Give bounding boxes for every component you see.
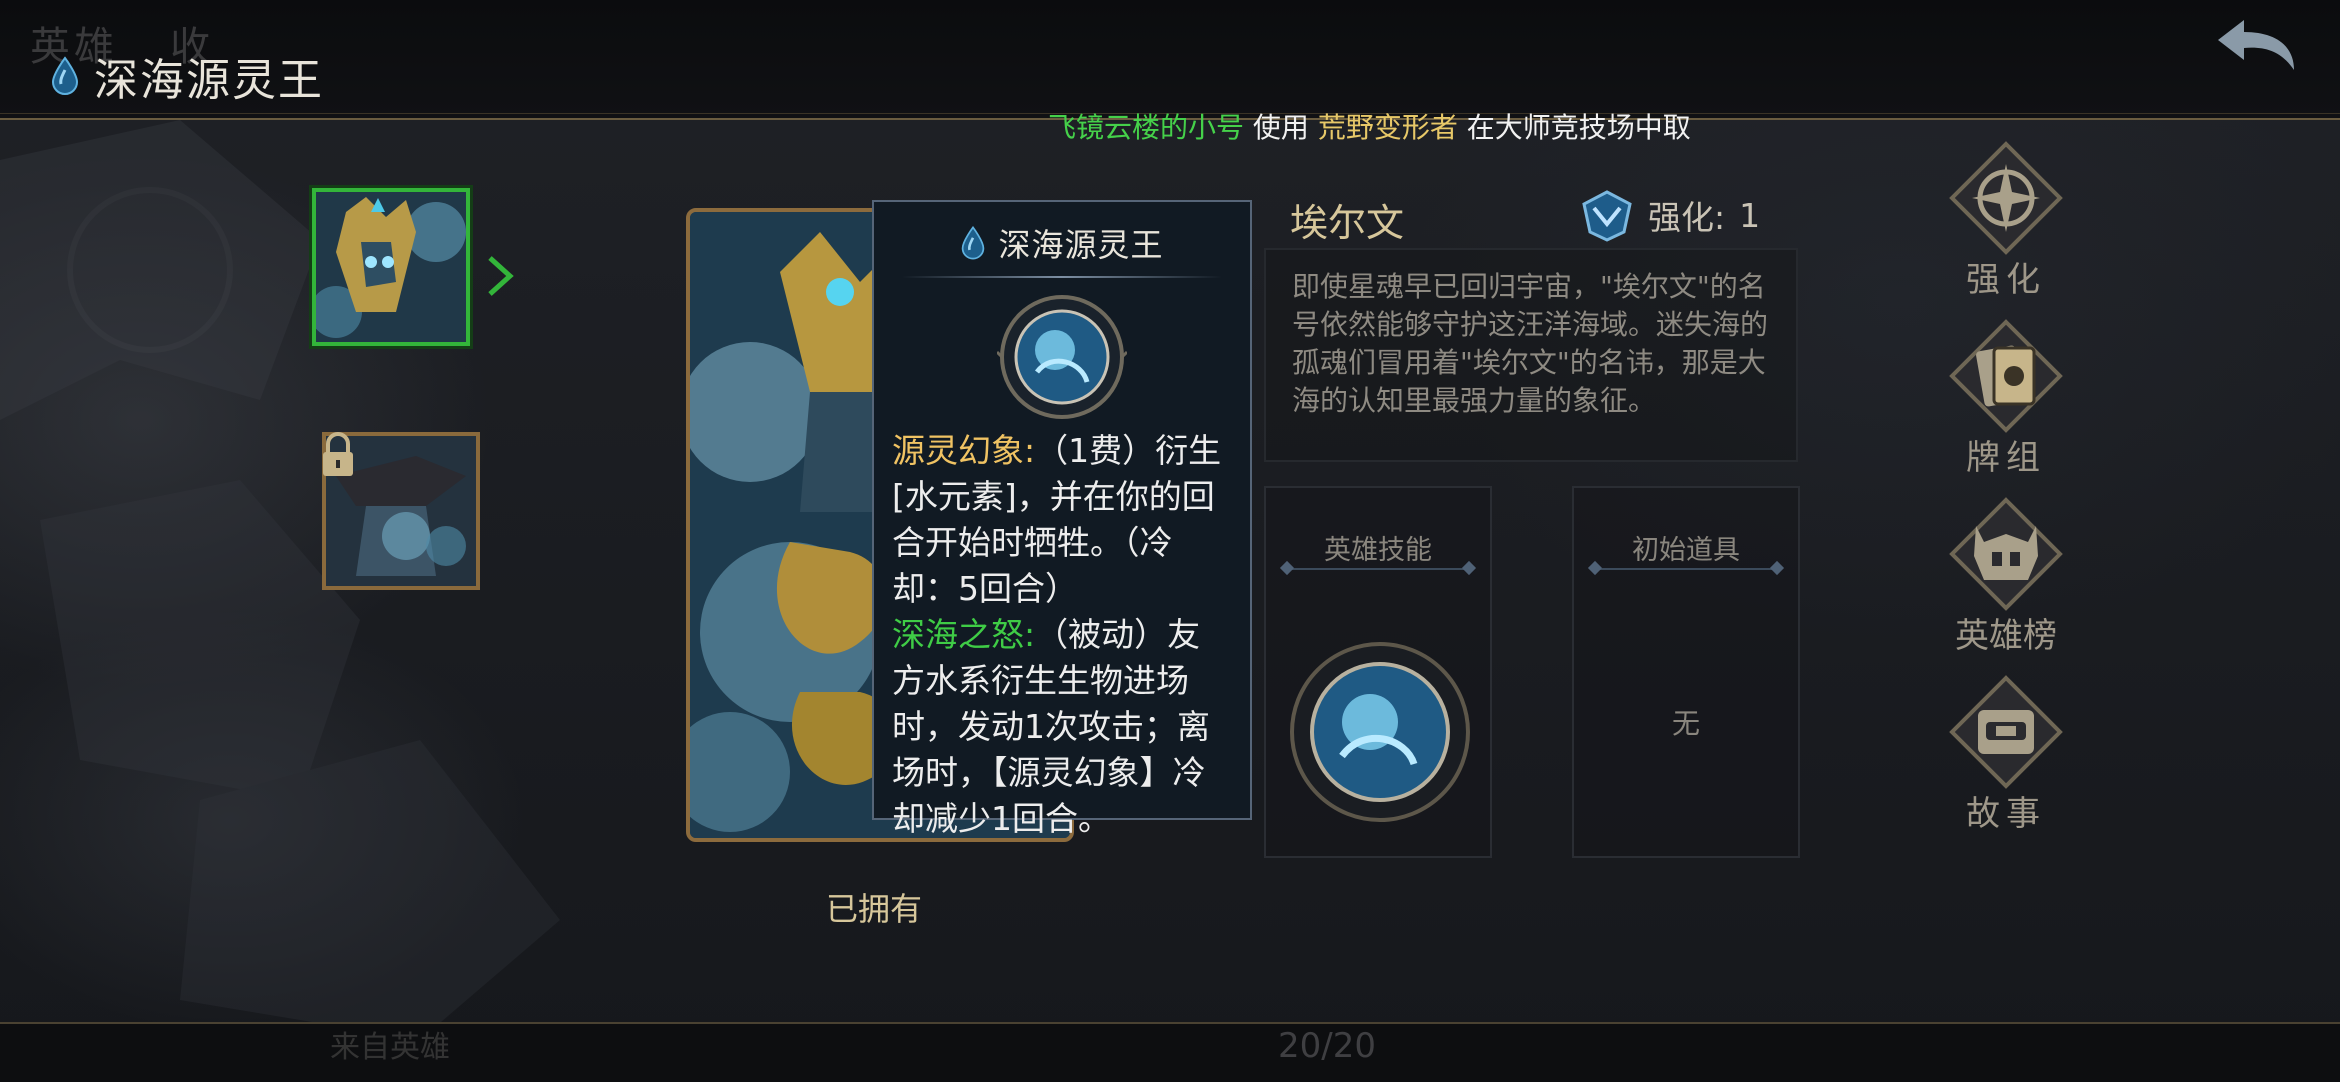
water-drop-icon (962, 225, 985, 260)
ticker-verb: 使用 (1252, 111, 1309, 144)
page-title: 深海源灵王 (94, 55, 324, 106)
enhance-level: 强化: 1 (1580, 188, 1760, 242)
skill-2-name: 深海之怒: (892, 615, 1036, 654)
ticker-hero: 荒野变形者 (1317, 111, 1458, 144)
panel-divider (1594, 568, 1778, 570)
panel-divider (1286, 568, 1470, 570)
side-menu-ranking[interactable]: 英雄榜 (1946, 496, 2066, 657)
side-menu-deck[interactable]: 牌组 (1946, 318, 2066, 479)
side-menu-story[interactable]: 故事 (1946, 674, 2066, 835)
helmet-icon (1949, 497, 2063, 611)
side-menu-label: 英雄榜 (1955, 616, 2057, 656)
selected-arrow-icon (488, 256, 514, 296)
hero-skill-slot-icon[interactable] (1286, 638, 1474, 826)
enhance-badge-icon (1582, 190, 1632, 242)
ghost-bottom-label: 来自英雄 (330, 1030, 450, 1065)
tooltip-skill-2: 深海之怒:（被动）友方水系衍生生物进场时，发动1次攻击；离场时，【源灵幻象】冷却… (892, 612, 1232, 842)
deck-cards-icon (1949, 319, 2063, 433)
side-menu-enhance[interactable]: 强化 (1946, 140, 2066, 301)
tooltip-skill-1: 源灵幻象:（1费）衍生[水元素]，并在你的回合开始时牺牲。（冷却：5回合） (892, 428, 1232, 612)
broadcast-ticker: 飞镜云楼的小号 使用 荒野变形者 在大师竞技场中取 (1048, 106, 1691, 146)
enhance-compass-icon (1949, 141, 2063, 255)
side-menu-label: 强化 (1966, 260, 2046, 300)
title-group: 深海源灵王 (50, 44, 324, 108)
water-drop-icon (51, 56, 79, 95)
tooltip-title: 深海源灵王 (998, 226, 1164, 264)
ticker-rest: 在大师竞技场中取 (1466, 111, 1691, 144)
enhance-label: 强化: (1648, 198, 1726, 237)
hero-description: 即使星魂早已回归宇宙，"埃尔文"的名号依然能够守护这汪洋海域。迷失海的孤魂们冒用… (1264, 248, 1798, 462)
skill-1-name: 源灵幻象: (892, 431, 1036, 470)
starting-item-none: 无 (1671, 707, 1700, 740)
hero-name: 埃尔文 (1290, 201, 1405, 245)
skill-tooltip: 深海源灵王 源灵幻象:（1费）衍生[水元素]，并在你的回合开始时牺牲。（冷却：5… (872, 200, 1252, 838)
hero-thumb-deepsea[interactable] (312, 188, 470, 346)
enhance-value: 1 (1739, 195, 1761, 235)
story-scroll-icon (1949, 675, 2063, 789)
tooltip-divider (902, 276, 1222, 278)
page-counter: 20/20 (1278, 1026, 1376, 1066)
starting-item-title: 初始道具 (1632, 535, 1740, 566)
owned-status: 已拥有 (826, 890, 923, 928)
side-menu-label: 故事 (1966, 794, 2046, 834)
hero-portrait-deepsea (316, 192, 466, 342)
hero-skill-icon (997, 295, 1127, 419)
starting-item-panel[interactable]: 初始道具 无 (1572, 486, 1800, 858)
ticker-player: 飞镜云楼的小号 (1048, 111, 1245, 144)
top-bar (0, 0, 2340, 120)
hero-skill-title: 英雄技能 (1324, 535, 1432, 566)
tooltip-header: 深海源灵王 (892, 220, 1232, 266)
lock-icon (323, 432, 353, 476)
back-arrow-icon[interactable] (2214, 12, 2304, 80)
side-menu-label: 牌组 (1966, 438, 2046, 478)
hero-skill-panel[interactable]: 英雄技能 (1264, 486, 1492, 858)
